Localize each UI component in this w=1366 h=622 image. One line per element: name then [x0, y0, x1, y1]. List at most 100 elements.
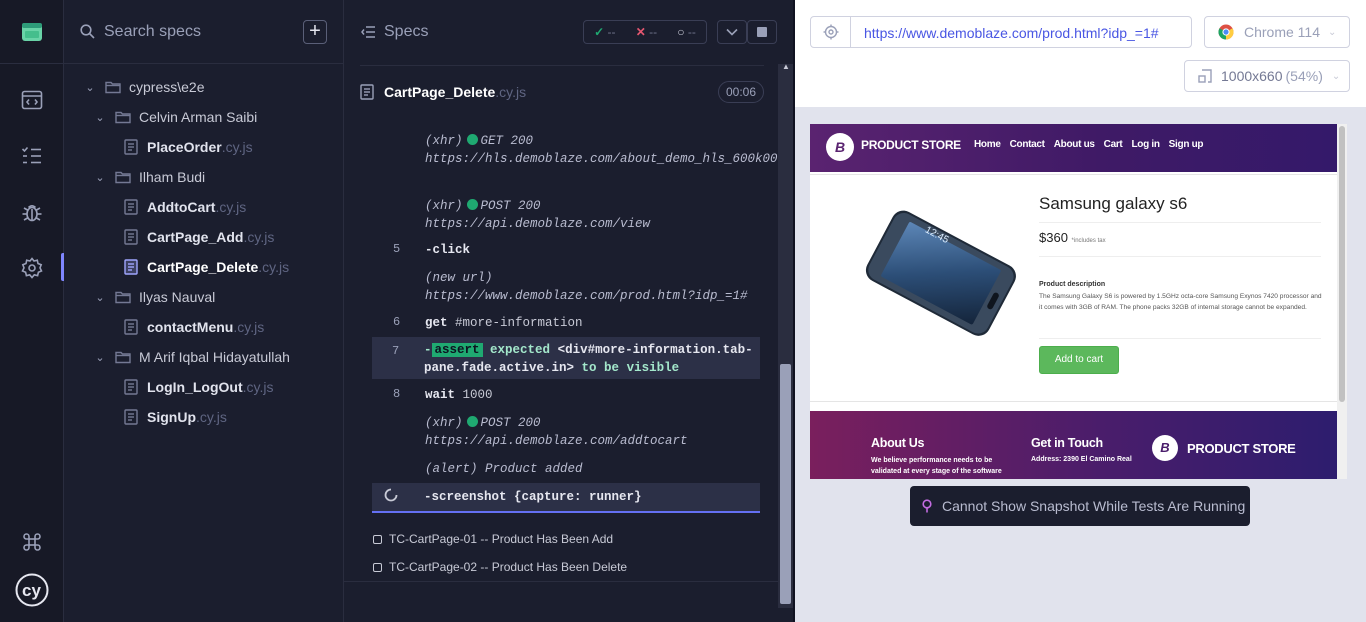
status-success-dot [466, 134, 478, 145]
check-icon: ✓ [594, 25, 605, 39]
chevron-down-icon [726, 28, 738, 36]
product-price: $360 *includes tax [1039, 230, 1106, 245]
nav-login[interactable]: Log in [1131, 139, 1160, 150]
chevron-down-icon: ⌄ [1331, 70, 1341, 82]
nav-contact[interactable]: Contact [1010, 139, 1045, 150]
status-success-dot [466, 416, 478, 427]
stop-button[interactable] [747, 20, 777, 44]
footer-logo-icon: B [1152, 435, 1178, 461]
test-item[interactable]: TC-CartPage-01 -- Product Has Been Add [373, 530, 613, 548]
test-status-icon [373, 562, 382, 572]
product-title: Samsung galaxy s6 [1039, 194, 1188, 213]
folder-icon [115, 289, 131, 305]
folder-icon [115, 169, 131, 185]
scrollbar-thumb[interactable] [1339, 126, 1345, 402]
nav-cart[interactable]: Cart [1104, 139, 1123, 150]
log-click[interactable]: 5 -click [373, 240, 761, 260]
running-spec-name: CartPage_Delete.cy.js [384, 84, 527, 100]
tree-folder-ilham[interactable]: ⌄ Ilham Budi [64, 162, 343, 192]
viewport-info[interactable]: 1000x660 (54%) ⌄ [1184, 60, 1350, 92]
tree-file-addtocart[interactable]: AddtoCart .cy.js [64, 192, 343, 222]
log-xhr-addtocart[interactable]: (xhr) POST 200 https://api.demoblaze.com/a… [373, 414, 761, 450]
log-get[interactable]: 6 get #more-information [373, 313, 761, 333]
reporter-panel: Specs ✓ -- ✕ -- ○ -- CartPage_Delete.cy.… [344, 0, 823, 622]
log-xhr-get[interactable]: (xhr) GET 200 https://hls.demoblaze.com/ab… [373, 131, 823, 185]
log-alert[interactable]: (alert) Product added [373, 459, 761, 479]
tree-file-signup[interactable]: SignUp .cy.js [64, 402, 343, 432]
spec-file-ext: .cy.js [243, 229, 275, 245]
log-assert[interactable]: 7 - assert expected <div#more-information… [372, 337, 760, 379]
search-icon [80, 24, 95, 44]
browser-selector[interactable]: Chrome 114 ⌄ [1204, 16, 1350, 48]
collapse-specs-icon[interactable] [361, 25, 376, 44]
tree-folder-celvin[interactable]: ⌄ Celvin Arman Saibi [64, 102, 343, 132]
stop-icon [757, 27, 767, 37]
footer-contact-heading: Get in Touch [1031, 436, 1103, 450]
iframe-scrollbar[interactable] [1337, 124, 1347, 479]
file-icon [123, 319, 139, 335]
search-specs-input[interactable] [104, 20, 294, 44]
product-image: 12:45 [846, 204, 1026, 349]
test-item[interactable]: TC-CartPage-02 -- Product Has Been Delet… [373, 558, 627, 576]
specs-tree-panel: + ⌄ cypress\e2e ⌄ Celvin Arman Saibi Pla… [64, 0, 344, 622]
tree-folder-arif[interactable]: ⌄ M Arif Iqbal Hidayatullah [64, 342, 343, 372]
add-to-cart-button[interactable]: Add to cart [1039, 346, 1119, 374]
specs-list-icon[interactable] [0, 128, 64, 184]
store-brand[interactable]: PRODUCT STORE [861, 138, 961, 152]
settings-gear-icon[interactable] [0, 240, 64, 296]
tree-folder-ilyas[interactable]: ⌄ Ilyas Nauval [64, 282, 343, 312]
pin-icon [922, 499, 932, 513]
tree-file-cartpage-add[interactable]: CartPage_Add .cy.js [64, 222, 343, 252]
product-description-heading: Product description [1039, 281, 1106, 288]
nav-signup[interactable]: Sign up [1169, 139, 1204, 150]
scrollbar-thumb[interactable] [780, 364, 791, 604]
spec-file-ext: .cy.js [258, 259, 290, 275]
tree-file-contactmenu[interactable]: contactMenu .cy.js [64, 312, 343, 342]
file-icon [360, 84, 374, 105]
specs-toggle-label[interactable]: Specs [384, 23, 428, 41]
divider [1039, 222, 1321, 223]
folder-label: Celvin Arman Saibi [139, 109, 258, 125]
nav-home[interactable]: Home [974, 139, 1001, 150]
auto-scroll-toggle[interactable] [717, 20, 747, 44]
tree-file-login-logout[interactable]: LogIn_LogOut .cy.js [64, 372, 343, 402]
snapshot-message: Cannot Show Snapshot While Tests Are Run… [910, 486, 1250, 526]
divider [810, 174, 1337, 175]
scroll-up-icon[interactable]: ▲ [782, 62, 790, 71]
spec-search-bar: + [64, 0, 344, 64]
browser-label: Chrome 114 [1244, 24, 1321, 40]
folder-icon [115, 109, 131, 125]
reporter-header: Specs ✓ -- ✕ -- ○ -- [344, 0, 780, 64]
chevron-down-icon: ⌄ [85, 81, 95, 94]
new-spec-button[interactable]: + [303, 20, 327, 44]
chevron-down-icon: ⌄ [95, 111, 105, 124]
aut-url[interactable]: https://www.demoblaze.com/prod.html?idp_… [864, 25, 1159, 41]
zoom-level: (54%) [1285, 68, 1323, 84]
cypress-logo-icon[interactable]: cy [0, 562, 64, 618]
passed-stat: ✓ -- [594, 25, 616, 39]
tree-file-placeorder[interactable]: PlaceOrder .cy.js [64, 132, 343, 162]
log-new-url[interactable]: (new url) https://www.demoblaze.com/prod… [373, 269, 761, 305]
runs-icon[interactable] [0, 72, 64, 128]
debug-icon[interactable] [0, 184, 64, 240]
aut-toolbar: https://www.demoblaze.com/prod.html?idp_… [795, 0, 1366, 107]
selector-playground-icon[interactable] [811, 17, 851, 47]
tree-folder-e2e[interactable]: ⌄ cypress\e2e [64, 72, 343, 102]
reporter-scrollbar[interactable]: ▲ [778, 62, 793, 608]
log-xhr-post-view[interactable]: (xhr) POST 200 https://api.demoblaze.com/v… [373, 197, 761, 233]
log-screenshot-running[interactable]: -screenshot {capture: runner} [372, 483, 760, 513]
svg-text:cy: cy [22, 581, 41, 600]
store-logo-icon[interactable]: B [826, 133, 854, 161]
pending-circle-icon: ○ [677, 25, 685, 39]
nav-about[interactable]: About us [1054, 139, 1095, 150]
tree-file-cartpage-delete[interactable]: CartPage_Delete .cy.js [64, 252, 343, 282]
footer-brand: PRODUCT STORE [1187, 441, 1296, 456]
cross-icon: ✕ [635, 25, 646, 39]
status-success-dot [466, 199, 478, 210]
failed-stat: ✕ -- [635, 25, 658, 39]
spec-file-label: contactMenu [147, 319, 234, 335]
file-icon [123, 379, 139, 395]
spec-header: CartPage_Delete.cy.js 00:06 [360, 65, 764, 119]
log-wait[interactable]: 8 wait 1000 [373, 385, 761, 405]
app-window-icon[interactable] [0, 0, 64, 64]
